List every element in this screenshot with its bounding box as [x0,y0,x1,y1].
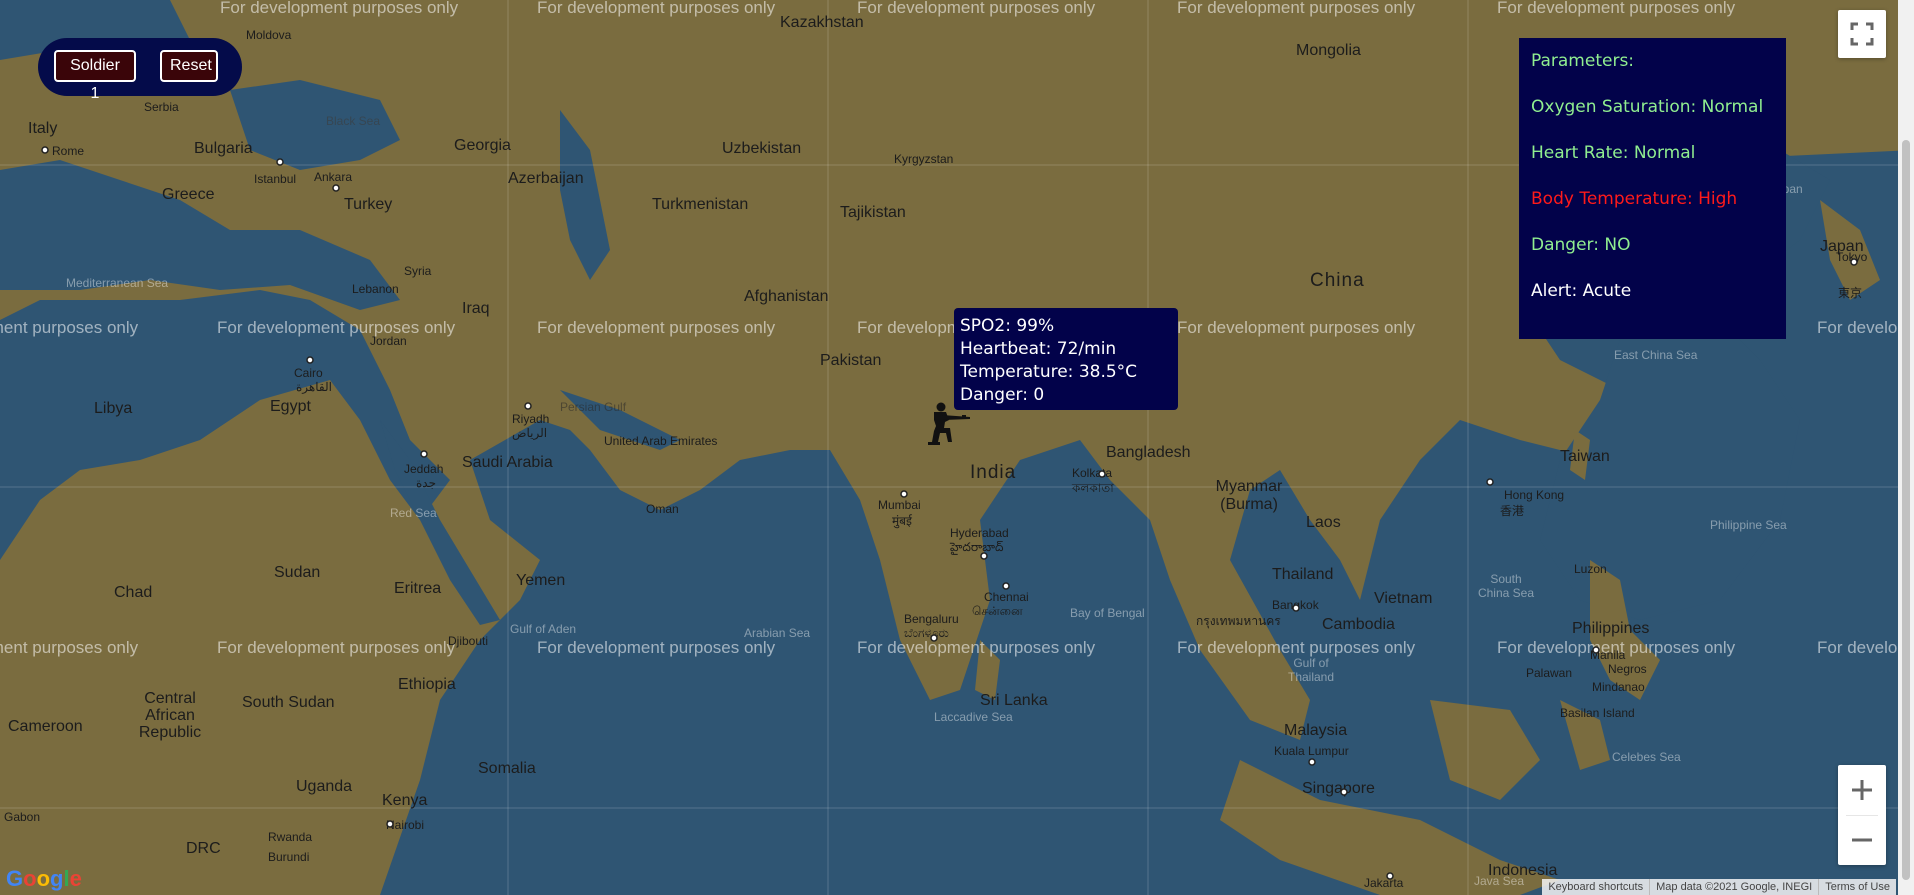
tooltip-danger: Danger: 0 [960,385,1045,405]
terms-of-use-link[interactable]: Terms of Use [1818,879,1896,895]
tooltip-spo2: SPO2: 99% [960,316,1055,336]
tooltip-heartbeat: Heartbeat: 72/min [960,339,1117,359]
zoom-in-button[interactable] [1838,765,1886,815]
danger-status: Danger: NO [1531,235,1631,255]
zoom-out-button[interactable] [1838,815,1886,865]
zoom-controls [1838,765,1886,865]
zoom-in-icon [1852,780,1872,800]
parameters-title: Parameters: [1531,51,1635,71]
map-footer: Keyboard shortcuts Map data ©2021 Google… [1542,879,1896,895]
soldier-controls: Soldier 1 Reset [38,38,242,102]
parameters-panel: Parameters: Oxygen Saturation: Normal He… [1519,38,1786,339]
oxygen-status: Oxygen Saturation: Normal [1531,97,1764,117]
soldier-vitals-tooltip: SPO2: 99% Heartbeat: 72/min Temperature:… [954,308,1178,410]
soldier-1-button[interactable]: Soldier 1 [54,50,136,102]
alert-status: Alert: Acute [1531,281,1632,301]
page-scrollbar[interactable] [1898,0,1914,895]
fullscreen-button[interactable] [1838,10,1886,58]
body-temperature-status: Body Temperature: High [1531,189,1738,209]
scrollbar-thumb[interactable] [1902,140,1910,880]
reset-button[interactable]: Reset [160,50,218,82]
heart-rate-status: Heart Rate: Normal [1531,143,1696,163]
tooltip-temperature: Temperature: 38.5°C [960,362,1138,382]
zoom-out-icon [1852,838,1872,842]
keyboard-shortcuts-link[interactable]: Keyboard shortcuts [1542,879,1649,895]
google-logo[interactable]: Google [6,866,82,892]
fullscreen-icon [1850,22,1874,46]
map-data-attribution: Map data ©2021 Google, INEGI [1649,879,1818,895]
